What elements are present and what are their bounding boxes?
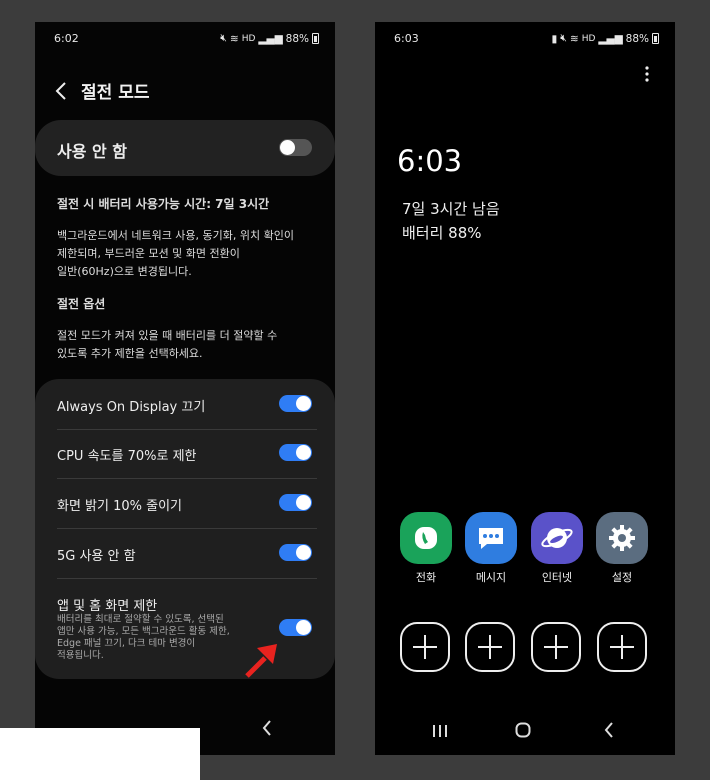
subtext-line: Edge 패널 끄기, 다크 테마 변경이 bbox=[57, 638, 196, 649]
option-5g[interactable]: 5G 사용 안 함 bbox=[57, 528, 317, 579]
wifi-icon: ≋ bbox=[569, 32, 579, 45]
battery-icon bbox=[312, 33, 319, 44]
cropped-overlay bbox=[0, 728, 200, 780]
signal-icon: ▂▄▆ bbox=[598, 32, 623, 45]
battery-percent: 88% bbox=[625, 32, 649, 45]
master-switch-label: 사용 안 함 bbox=[57, 142, 128, 161]
battery-estimate: 절전 시 배터리 사용가능 시간: 7일 3시간 bbox=[57, 197, 270, 211]
app-label: 설정 bbox=[611, 571, 633, 584]
remaining-time: 7일 3시간 남음 bbox=[402, 200, 500, 218]
add-app-button[interactable] bbox=[400, 622, 450, 672]
add-app-button[interactable] bbox=[465, 622, 515, 672]
app-settings[interactable]: 설정 bbox=[595, 512, 649, 585]
back-arrow-icon[interactable] bbox=[55, 81, 67, 101]
nav-back-icon[interactable] bbox=[261, 719, 273, 741]
status-time: 6:03 bbox=[394, 32, 419, 45]
option-label: 앱 및 홈 화면 제한 bbox=[57, 599, 158, 614]
option-always-on-display[interactable]: Always On Display 끄기 bbox=[57, 379, 317, 430]
network-label: HD bbox=[241, 33, 256, 44]
option-brightness[interactable]: 화면 밝기 10% 줄이기 bbox=[57, 478, 317, 529]
page-title: 절전 모드 bbox=[81, 83, 150, 103]
options-description-line: 있도록 추가 제한을 선택하세요. bbox=[57, 347, 203, 360]
message-icon bbox=[465, 512, 517, 564]
option-cpu-limit[interactable]: CPU 속도를 70%로 제한 bbox=[57, 429, 317, 479]
add-app-button[interactable] bbox=[531, 622, 581, 672]
add-app-button[interactable] bbox=[597, 622, 647, 672]
battery-icon bbox=[652, 33, 659, 44]
battery-saver-icon: ▮ bbox=[551, 32, 558, 45]
nav-back-icon[interactable] bbox=[603, 721, 615, 743]
option-subtext: 배터리를 최대로 절약할 수 있도록, 선택된 앱만 사용 가능, 모든 백그라… bbox=[57, 614, 257, 662]
status-icons: 🔇︎ ≋ HD ▂▄▆ 88% bbox=[220, 32, 319, 45]
status-bar: 6:02 🔇︎ ≋ HD ▂▄▆ 88% bbox=[35, 32, 335, 48]
mute-icon: 🔇︎ bbox=[220, 32, 227, 44]
battery-percent: 88% bbox=[285, 32, 309, 45]
navigation-bar bbox=[375, 709, 675, 755]
option-toggle[interactable] bbox=[279, 444, 312, 461]
options-description: 절전 모드가 켜져 있을 때 배터리를 더 절약할 수 있도록 추가 제한을 선… bbox=[57, 327, 317, 363]
power-saving-settings-screen: 6:02 🔇︎ ≋ HD ▂▄▆ 88% 절전 모드 사용 안 함 절전 시 배… bbox=[35, 22, 335, 755]
description-line: 백그라운드에서 네트워크 사용, 동기화, 위치 확인이 bbox=[57, 229, 294, 242]
subtext-line: 배터리를 최대로 절약할 수 있도록, 선택된 bbox=[57, 614, 224, 625]
status-bar: 6:03 ▮ 🔇︎ ≋ HD ▂▄▆ 88% bbox=[375, 32, 675, 48]
page-header: 절전 모드 bbox=[55, 78, 149, 103]
mute-icon: 🔇︎ bbox=[560, 32, 567, 44]
more-options-icon[interactable] bbox=[645, 66, 649, 86]
app-internet[interactable]: 인터넷 bbox=[530, 512, 584, 585]
status-icons: ▮ 🔇︎ ≋ HD ▂▄▆ 88% bbox=[551, 32, 659, 45]
master-toggle[interactable] bbox=[279, 139, 312, 156]
power-saving-description: 백그라운드에서 네트워크 사용, 동기화, 위치 확인이 제한되며, 부드러운 … bbox=[57, 227, 317, 281]
option-toggle[interactable] bbox=[279, 619, 312, 636]
option-label: Always On Display 끄기 bbox=[57, 400, 206, 415]
phone-icon bbox=[400, 512, 452, 564]
internet-icon bbox=[531, 512, 583, 564]
network-label: HD bbox=[581, 33, 596, 44]
app-label: 메시지 bbox=[475, 571, 507, 584]
battery-saver-home-screen: 6:03 ▮ 🔇︎ ≋ HD ▂▄▆ 88% 6:03 7일 3시간 남음 배터… bbox=[375, 22, 675, 755]
description-line: 일반(60Hz)으로 변경됩니다. bbox=[57, 265, 192, 278]
home-icon[interactable] bbox=[515, 722, 531, 742]
status-time: 6:02 bbox=[54, 32, 79, 45]
red-arrow-annotation bbox=[243, 640, 283, 684]
recent-apps-icon[interactable] bbox=[432, 723, 448, 742]
options-description-line: 절전 모드가 켜져 있을 때 배터리를 더 절약할 수 bbox=[57, 329, 278, 342]
app-phone[interactable]: 전화 bbox=[399, 512, 453, 585]
battery-level: 배터리 88% bbox=[402, 224, 482, 242]
gear-icon bbox=[596, 512, 648, 564]
option-toggle[interactable] bbox=[279, 544, 312, 561]
option-label: CPU 속도를 70%로 제한 bbox=[57, 449, 197, 464]
description-line: 제한되며, 부드러운 모션 및 화면 전환이 bbox=[57, 247, 240, 260]
option-label: 화면 밝기 10% 줄이기 bbox=[57, 499, 183, 514]
options-card: Always On Display 끄기 CPU 속도를 70%로 제한 화면 … bbox=[35, 379, 335, 679]
option-toggle[interactable] bbox=[279, 494, 312, 511]
app-label: 인터넷 bbox=[541, 571, 573, 584]
app-label: 전화 bbox=[415, 571, 437, 584]
subtext-line: 앱만 사용 가능, 모든 백그라운드 활동 제한, bbox=[57, 626, 230, 637]
signal-icon: ▂▄▆ bbox=[258, 32, 283, 45]
power-saving-master-switch[interactable]: 사용 안 함 bbox=[35, 120, 335, 176]
options-heading: 절전 옵션 bbox=[57, 297, 106, 311]
subtext-line: 적용됩니다. bbox=[57, 650, 104, 661]
app-messages[interactable]: 메시지 bbox=[464, 512, 518, 585]
wifi-icon: ≋ bbox=[229, 32, 239, 45]
battery-remaining: 7일 3시간 남음 배터리 88% bbox=[402, 197, 500, 245]
clock: 6:03 bbox=[397, 144, 463, 178]
option-toggle[interactable] bbox=[279, 395, 312, 412]
option-label: 5G 사용 안 함 bbox=[57, 549, 136, 564]
